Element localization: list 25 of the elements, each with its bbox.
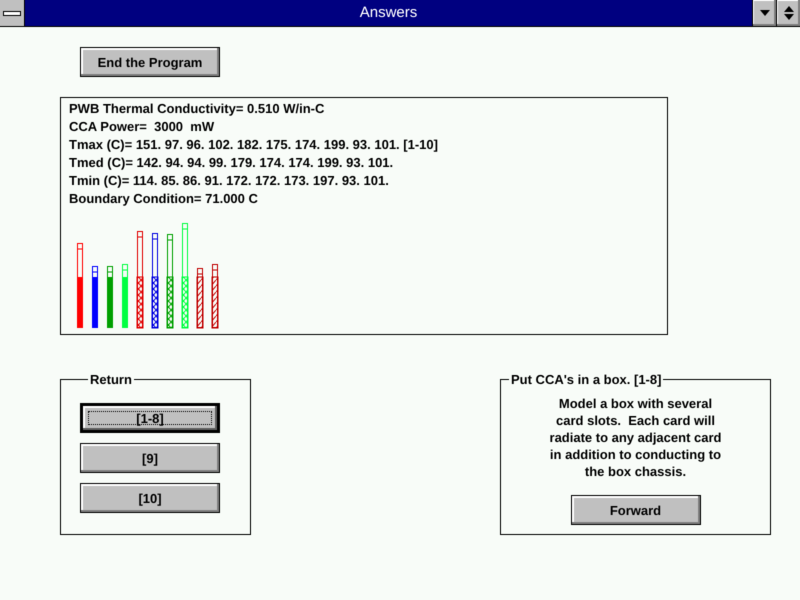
chart-bar bbox=[106, 266, 114, 328]
return-button[interactable]: [9] bbox=[80, 443, 220, 473]
group-title: Put CCA's in a box. [1-8] bbox=[510, 372, 662, 387]
result-line: CCA Power= 3000 mW bbox=[69, 118, 216, 136]
return-button[interactable]: [10] bbox=[80, 483, 220, 513]
end-program-button[interactable]: End the Program bbox=[80, 47, 220, 77]
return-button[interactable]: [1-8] bbox=[80, 403, 220, 433]
group-title: Return bbox=[89, 372, 133, 387]
info-text: Model a box with several card slots. Each card will radiate to any adjacent card in addition to conducting to the box chassis. bbox=[550, 395, 722, 480]
chart-bar bbox=[212, 264, 218, 328]
result-line: Boundary Condition= 71.000 C bbox=[69, 190, 259, 208]
system-menu-button[interactable] bbox=[0, 0, 25, 26]
chart-bar bbox=[122, 264, 128, 328]
chart-bar bbox=[92, 266, 98, 328]
result-line: Tmed (C)= 142. 94. 94. 99. 179. 174. 174. 199. 93. 101. bbox=[69, 154, 394, 172]
caret-icon bbox=[760, 10, 770, 16]
restore-button[interactable] bbox=[776, 0, 800, 26]
result-line: Tmin (C)= 114. 85. 86. 91. 172. 172. 173. 197. 93. 101. bbox=[69, 172, 390, 190]
chart-bar bbox=[196, 268, 204, 328]
result-line: Tmax (C)= 151. 97. 96. 102. 182. 175. 174. 199. 93. 101. [1-10] bbox=[69, 136, 439, 154]
minimize-button[interactable] bbox=[752, 0, 776, 26]
result-line: PWB Thermal Conductivity= 0.510 W/in-C bbox=[69, 100, 326, 118]
forward-button[interactable]: Forward bbox=[570, 495, 700, 525]
window-title: Answers bbox=[358, 3, 418, 23]
up-down-arrows-icon bbox=[784, 6, 794, 20]
